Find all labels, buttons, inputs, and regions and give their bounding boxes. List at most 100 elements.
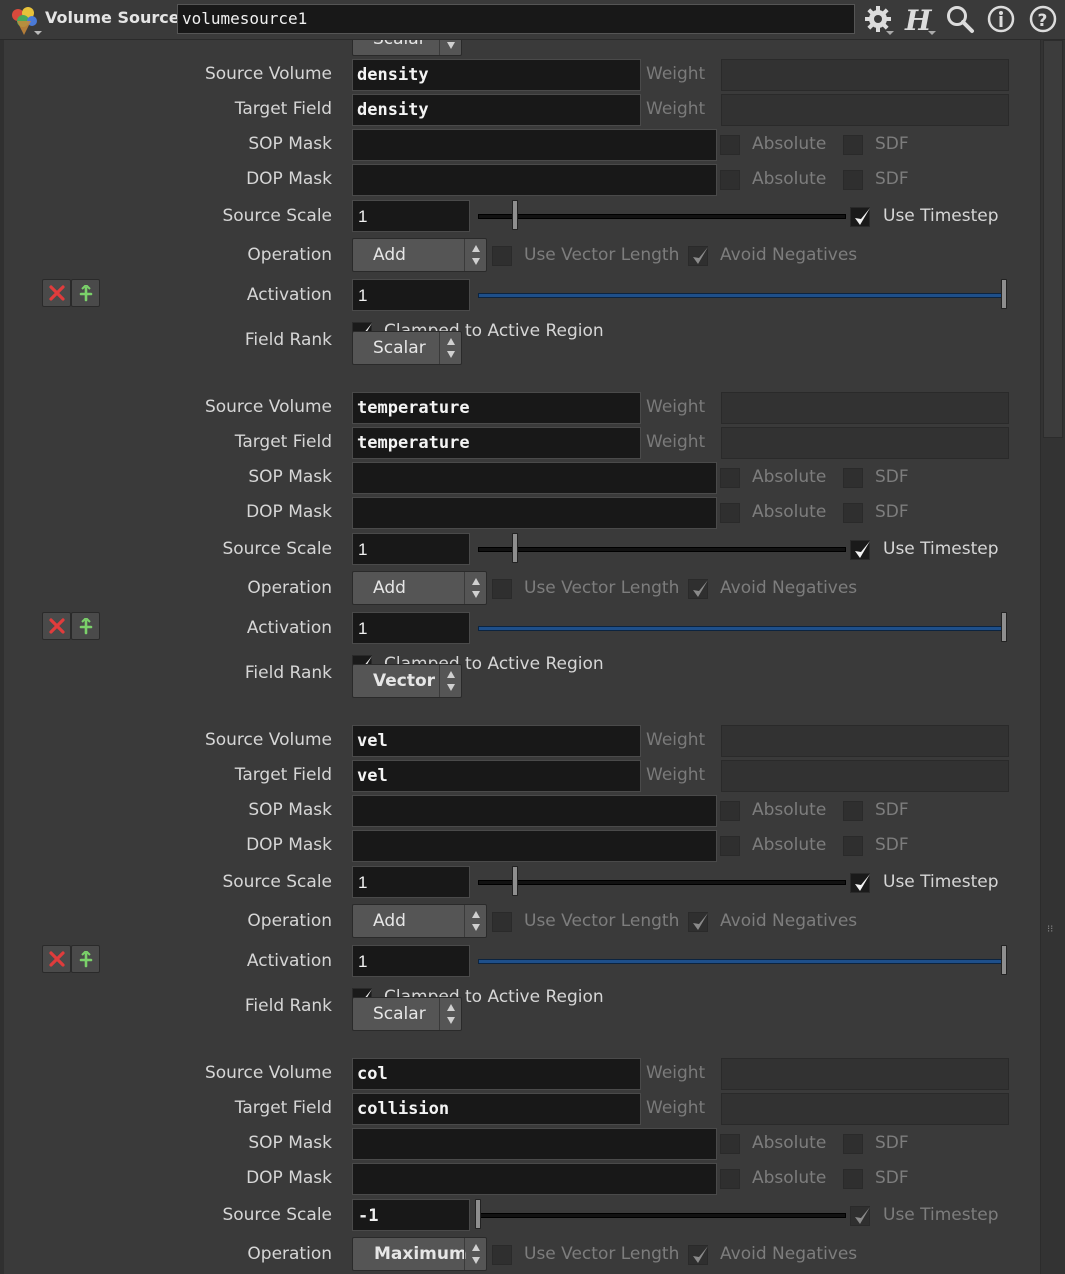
field-rank-menu[interactable]: Scalar — [352, 40, 462, 56]
activation-slider-track[interactable] — [478, 959, 1006, 964]
dop-mask-absolute-checkbox[interactable] — [720, 503, 740, 523]
dop-mask-field[interactable] — [352, 164, 717, 196]
search-icon[interactable] — [944, 3, 976, 35]
sop-mask-field[interactable] — [352, 462, 717, 494]
use-vector-length-checkbox[interactable] — [492, 246, 512, 266]
target-field-field[interactable]: collision — [352, 1093, 641, 1125]
operation-menu[interactable]: Add — [352, 904, 487, 938]
field-rank-menu-value: Vector — [373, 671, 436, 691]
use-vector-length-checkbox[interactable] — [492, 912, 512, 932]
sop-mask-field[interactable] — [352, 1128, 717, 1160]
help-icon[interactable]: ? — [1027, 3, 1059, 35]
info-icon[interactable] — [985, 3, 1017, 35]
dop-mask-field[interactable] — [352, 1163, 717, 1195]
sop-mask-sdf-checkbox[interactable] — [843, 801, 863, 821]
activation-slider-handle[interactable] — [1001, 612, 1007, 642]
source-scale-slider-track[interactable] — [478, 214, 846, 219]
dop-mask-absolute-label: Absolute — [752, 1168, 827, 1188]
use-vector-length-checkbox[interactable] — [492, 579, 512, 599]
pane-resize-grip-icon[interactable]: ⁝⁝ — [1047, 925, 1059, 942]
source-volume-field[interactable]: vel — [352, 725, 641, 757]
activation-slider-handle[interactable] — [1001, 945, 1007, 975]
source-scale-field[interactable]: 1 — [352, 533, 470, 565]
source-volume-field[interactable]: density — [352, 59, 641, 91]
sop-mask-sdf-checkbox[interactable] — [843, 468, 863, 488]
sop-mask-field[interactable] — [352, 129, 717, 161]
sop-mask-absolute-checkbox[interactable] — [720, 135, 740, 155]
dop-mask-absolute-checkbox[interactable] — [720, 836, 740, 856]
sop-mask-absolute-checkbox[interactable] — [720, 801, 740, 821]
use-timestep-checkbox[interactable] — [850, 540, 870, 560]
target-field-field[interactable]: vel — [352, 760, 641, 792]
activation-field[interactable]: 1 — [352, 279, 470, 311]
source-scale-slider-track[interactable] — [478, 1213, 846, 1218]
sop-mask-sdf-label: SDF — [875, 1133, 909, 1153]
source-scale-field[interactable]: 1 — [352, 866, 470, 898]
menu-arrows-icon — [439, 665, 461, 697]
dop-mask-sdf-checkbox[interactable] — [843, 503, 863, 523]
volume-source-node-icon[interactable] — [8, 5, 42, 37]
target-field-field[interactable]: density — [352, 94, 641, 126]
use-timestep-checkbox[interactable] — [850, 1206, 870, 1226]
checkmark-icon — [693, 1246, 708, 1263]
scrollbar-thumb[interactable] — [1043, 40, 1063, 438]
activation-field[interactable]: 1 — [352, 945, 470, 977]
dop-mask-sdf-checkbox[interactable] — [843, 1169, 863, 1189]
avoid-negatives-checkbox[interactable] — [688, 246, 708, 266]
avoid-negatives-checkbox[interactable] — [688, 579, 708, 599]
dop-mask-sdf-checkbox[interactable] — [843, 170, 863, 190]
operation-menu[interactable]: Maximum — [352, 1237, 487, 1271]
use-timestep-checkbox[interactable] — [850, 207, 870, 227]
dop-mask-field[interactable] — [352, 830, 717, 862]
source-volume-field[interactable]: col — [352, 1058, 641, 1090]
target-field-weight-field — [721, 1093, 1009, 1125]
source-scale-slider-handle[interactable] — [475, 1199, 481, 1229]
dop-mask-field[interactable] — [352, 497, 717, 529]
operation-menu[interactable]: Add — [352, 571, 487, 605]
dop-mask-sdf-checkbox[interactable] — [843, 836, 863, 856]
sop-mask-absolute-checkbox[interactable] — [720, 1134, 740, 1154]
avoid-negatives-checkbox[interactable] — [688, 1245, 708, 1265]
avoid-negatives-checkbox[interactable] — [688, 912, 708, 932]
activation-label: Activation — [246, 618, 332, 638]
node-name-field[interactable]: volumesource1 — [177, 4, 855, 34]
dop-mask-absolute-label: Absolute — [752, 169, 827, 189]
vertical-scrollbar[interactable]: ⁝⁝ — [1040, 40, 1065, 1274]
sop-mask-sdf-checkbox[interactable] — [843, 135, 863, 155]
source-scale-slider-handle[interactable] — [512, 533, 518, 563]
sop-mask-sdf-checkbox[interactable] — [843, 1134, 863, 1154]
source-scale-slider-track[interactable] — [478, 547, 846, 552]
target-field-field[interactable]: temperature — [352, 427, 641, 459]
dop-mask-absolute-checkbox[interactable] — [720, 170, 740, 190]
use-timestep-checkbox[interactable] — [850, 873, 870, 893]
source-scale-field[interactable]: -1 — [352, 1199, 470, 1231]
activation-slider-handle[interactable] — [1001, 279, 1007, 309]
source-volume-weight-label: Weight — [646, 1063, 706, 1083]
source-scale-field[interactable]: 1 — [352, 200, 470, 232]
target-field-weight-label: Weight — [646, 432, 706, 452]
field-rank-menu[interactable]: Scalar — [352, 997, 462, 1031]
use-vector-length-label: Use Vector Length — [524, 1244, 680, 1264]
operation-menu[interactable]: Add — [352, 238, 487, 272]
activation-slider-track[interactable] — [478, 293, 1006, 298]
gear-icon[interactable] — [862, 3, 894, 35]
sop-mask-field[interactable] — [352, 795, 717, 827]
activation-field[interactable]: 1 — [352, 612, 470, 644]
field-rank-menu[interactable]: Scalar — [352, 331, 462, 365]
svg-text:H: H — [904, 4, 933, 35]
dop-mask-absolute-checkbox[interactable] — [720, 1169, 740, 1189]
sop-mask-sdf-label: SDF — [875, 134, 909, 154]
source-volume-field[interactable]: temperature — [352, 392, 641, 424]
svg-text:?: ? — [1038, 11, 1048, 31]
source-volume-weight-field — [721, 392, 1009, 424]
avoid-negatives-label: Avoid Negatives — [720, 245, 858, 265]
source-scale-slider-handle[interactable] — [512, 866, 518, 896]
source-scale-slider-handle[interactable] — [512, 200, 518, 230]
field-rank-menu[interactable]: Vector — [352, 664, 462, 698]
menu-arrows-icon — [464, 1238, 486, 1270]
houdini-help-icon[interactable]: H — [902, 3, 936, 37]
sop-mask-absolute-checkbox[interactable] — [720, 468, 740, 488]
source-scale-slider-track[interactable] — [478, 880, 846, 885]
use-vector-length-checkbox[interactable] — [492, 1245, 512, 1265]
activation-slider-track[interactable] — [478, 626, 1006, 631]
